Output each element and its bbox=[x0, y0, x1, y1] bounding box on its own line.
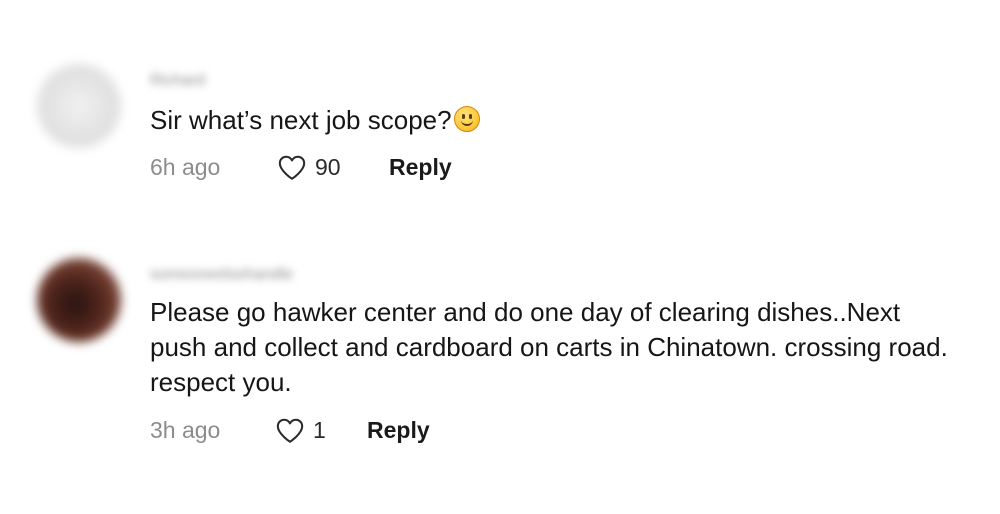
timestamp: 3h ago bbox=[150, 417, 221, 443]
username[interactable]: someoneelsehandle bbox=[150, 266, 293, 283]
like-count: 90 bbox=[315, 154, 341, 180]
heart-icon[interactable] bbox=[275, 417, 305, 444]
username[interactable]: Richard bbox=[150, 72, 205, 89]
like-button[interactable]: 90 bbox=[277, 152, 341, 182]
reply-button[interactable]: Reply bbox=[367, 415, 430, 445]
avatar[interactable] bbox=[37, 64, 121, 148]
reply-button[interactable]: Reply bbox=[389, 152, 452, 182]
smiling-face-emoji-icon bbox=[453, 106, 480, 132]
avatar[interactable] bbox=[37, 258, 121, 342]
heart-icon[interactable] bbox=[277, 154, 307, 181]
comment-text: Sir what’s next job scope? bbox=[150, 103, 950, 138]
timestamp: 6h ago bbox=[150, 154, 221, 180]
like-button[interactable]: 1 bbox=[275, 415, 326, 445]
comment-text-content: Sir what’s next job scope? bbox=[150, 105, 452, 135]
comment-text: Please go hawker center and do one day o… bbox=[150, 297, 948, 397]
like-count: 1 bbox=[313, 417, 326, 443]
